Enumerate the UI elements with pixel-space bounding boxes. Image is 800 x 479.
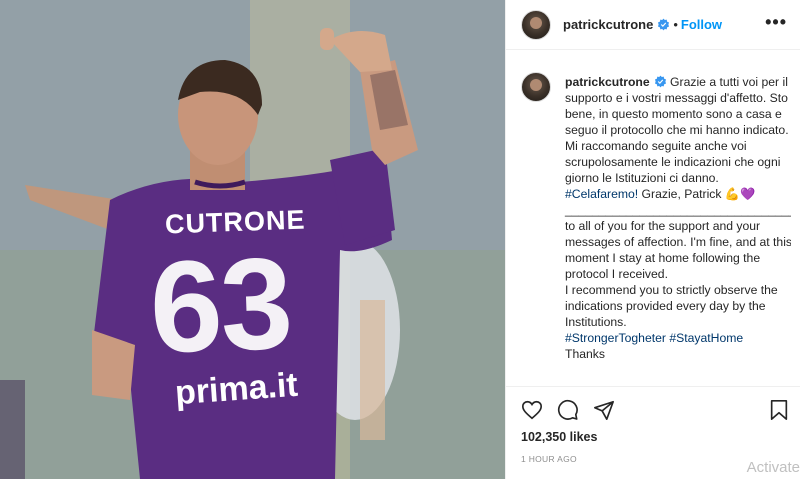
likes-count[interactable]: 102,350 likes <box>521 430 597 444</box>
header-separator: • <box>673 17 678 32</box>
post-header: patrickcutrone • Follow ••• <box>506 0 800 50</box>
save-icon[interactable] <box>769 399 789 421</box>
post-side-panel: patrickcutrone • Follow ••• patrickcutro… <box>505 0 800 479</box>
avatar[interactable] <box>521 9 551 40</box>
comment-icon[interactable] <box>557 399 579 421</box>
caption-avatar[interactable] <box>521 72 551 102</box>
caption-divider: ________________________________________… <box>565 203 791 217</box>
activate-watermark: Activate <box>746 459 800 476</box>
post-photo[interactable]: CUTRONE 63 prima.it <box>0 0 505 479</box>
verified-badge-icon <box>654 75 666 88</box>
jersey-number: 63 <box>147 229 294 381</box>
caption-english-tail: Thanks <box>565 347 605 361</box>
verified-badge-icon <box>658 18 670 31</box>
caption-text: patrickcutrone Grazie a tutti voi per il… <box>565 74 791 362</box>
hashtag-links[interactable]: #StrongerTogheter #StayatHome <box>565 331 743 345</box>
header-username[interactable]: patrickcutrone <box>563 17 653 32</box>
follow-button[interactable]: Follow <box>681 17 722 32</box>
caption-english: Thanks to all of you for the support and… <box>565 219 791 329</box>
post-timestamp[interactable]: 1 HOUR AGO <box>521 454 577 464</box>
share-icon[interactable] <box>593 399 615 421</box>
caption-username[interactable]: patrickcutrone <box>565 75 650 89</box>
caption: patrickcutrone Grazie a tutti voi per il… <box>521 72 791 384</box>
more-icon[interactable]: ••• <box>765 13 787 31</box>
caption-italian: Grazie a tutti voi per il supporto e i v… <box>565 75 789 185</box>
heart-icon[interactable] <box>521 399 543 421</box>
caption-italian-end: Grazie, Patrick 💪💜 <box>641 187 756 201</box>
hashtag-link[interactable]: #Celafaremo! <box>565 187 638 201</box>
